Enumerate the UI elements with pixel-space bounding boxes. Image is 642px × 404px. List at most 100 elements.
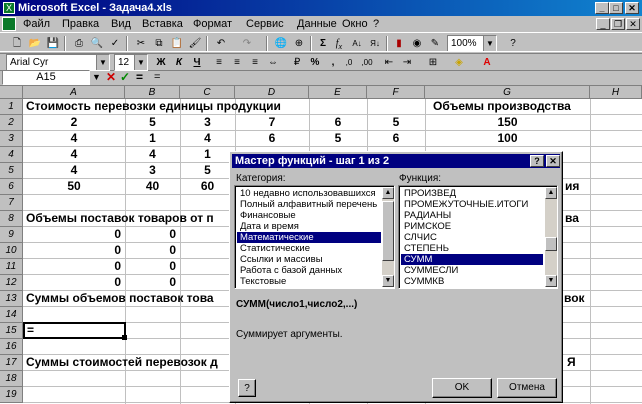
menu-format[interactable]: Формат <box>193 16 232 33</box>
function-wizard-icon[interactable]: fx <box>330 36 348 52</box>
office-assistant-icon[interactable]: ? <box>504 36 522 52</box>
cell-g8[interactable]: ва <box>565 211 579 225</box>
align-right-icon[interactable]: ≡ <box>246 55 264 71</box>
cell-a15[interactable]: = <box>27 323 34 337</box>
category-item[interactable]: Дата и время <box>237 221 299 232</box>
menu-insert[interactable]: Вставка <box>142 16 183 33</box>
col-header-f[interactable]: F <box>367 86 425 99</box>
row-header-15[interactable]: 15 <box>0 323 23 339</box>
cell-b10[interactable]: 0 <box>125 243 180 257</box>
category-item[interactable]: 10 недавно использовавшихся <box>237 188 376 199</box>
row-header-14[interactable]: 14 <box>0 307 23 323</box>
sort-asc-icon[interactable]: A↓ <box>348 36 366 52</box>
cancel-button[interactable]: Отмена <box>497 378 557 398</box>
print-icon[interactable]: ⎙ <box>70 36 88 52</box>
underline-icon[interactable]: Ч <box>188 55 206 71</box>
menu-data[interactable]: Данные <box>297 16 337 33</box>
row-header-5[interactable]: 5 <box>0 163 23 179</box>
enter-icon[interactable]: ✓ <box>120 70 130 84</box>
redo-icon[interactable]: ↷ <box>238 36 256 52</box>
font-size-select[interactable]: 12 ▼ <box>114 54 148 71</box>
category-item[interactable]: Ссылки и массивы <box>237 254 323 265</box>
row-header-3[interactable]: 3 <box>0 131 23 147</box>
cell-b3[interactable]: 1 <box>125 131 180 145</box>
decrease-decimal-icon[interactable]: ,00 <box>358 55 376 71</box>
cell-f2[interactable]: 5 <box>367 115 425 129</box>
align-left-icon[interactable]: ≡ <box>210 55 228 71</box>
cell-g2[interactable]: 150 <box>425 115 590 129</box>
row-header-16[interactable]: 16 <box>0 339 23 355</box>
function-item[interactable]: ПРОИЗВЕД <box>401 188 456 199</box>
function-list[interactable]: ПРОИЗВЕД ПРОМЕЖУТОЧНЫЕ.ИТОГИ РАДИАНЫ РИМ… <box>398 185 558 289</box>
cell-d2[interactable]: 7 <box>235 115 309 129</box>
dialog-close-button[interactable]: ✕ <box>546 155 560 167</box>
excel-icon[interactable]: X <box>3 2 15 14</box>
scroll-thumb[interactable] <box>545 237 557 251</box>
font-color-icon[interactable]: A <box>478 55 496 71</box>
row-header-11[interactable]: 11 <box>0 259 23 275</box>
menu-edit[interactable]: Правка <box>62 16 99 33</box>
scroll-down-icon[interactable]: ▼ <box>382 275 394 287</box>
web-toolbar-icon[interactable]: ⊕ <box>290 36 308 52</box>
cell-c2[interactable]: 3 <box>180 115 235 129</box>
category-item[interactable]: Статистические <box>237 243 310 254</box>
chart-wizard-icon[interactable]: ▮ <box>390 36 408 52</box>
row-header-1[interactable]: 1 <box>0 99 23 115</box>
doc-minimize-button[interactable]: _ <box>596 18 610 30</box>
category-item[interactable]: Текстовые <box>237 276 286 287</box>
col-header-d[interactable]: D <box>235 86 309 99</box>
menu-file[interactable]: Файл <box>23 16 50 33</box>
cell-g13[interactable]: вок <box>564 291 585 305</box>
cell-b12[interactable]: 0 <box>125 275 180 289</box>
cell-a1[interactable]: Стоимость перевозки единицы продукции <box>26 99 281 113</box>
doc-close-button[interactable]: ✕ <box>626 18 640 30</box>
cell-a2[interactable]: 2 <box>23 115 125 129</box>
zoom-select[interactable]: 100% ▼ <box>447 35 497 52</box>
function-item[interactable]: СТЕПЕНЬ <box>401 243 449 254</box>
function-item-selected[interactable]: СУММ <box>401 254 543 265</box>
undo-icon[interactable]: ↶ <box>212 36 230 52</box>
function-item[interactable]: ПРОМЕЖУТОЧНЫЕ.ИТОГИ <box>401 199 528 210</box>
format-painter-icon[interactable]: 🖌 <box>186 36 204 52</box>
maximize-button[interactable]: □ <box>609 2 623 14</box>
function-item[interactable]: СУММЕСЛИ <box>401 265 458 276</box>
cell-e2[interactable]: 6 <box>309 115 367 129</box>
spelling-icon[interactable]: ✓ <box>106 36 124 52</box>
cell-a5[interactable]: 4 <box>23 163 125 177</box>
row-header-7[interactable]: 7 <box>0 195 23 211</box>
increase-indent-icon[interactable]: ⇥ <box>398 55 416 71</box>
doc-restore-button[interactable]: ❐ <box>611 18 625 30</box>
cell-c5[interactable]: 5 <box>180 163 235 177</box>
cell-g17[interactable]: Я <box>567 355 576 369</box>
ok-button[interactable]: OK <box>432 378 492 398</box>
cell-a8[interactable]: Объемы поставок товаров от п <box>26 211 214 225</box>
formula-input[interactable]: = <box>152 70 640 85</box>
cell-a4[interactable]: 4 <box>23 147 125 161</box>
copy-icon[interactable]: ⧉ <box>150 36 168 52</box>
currency-icon[interactable]: ₽ <box>288 55 306 71</box>
italic-icon[interactable]: К <box>170 55 188 71</box>
cell-c4[interactable]: 1 <box>180 147 235 161</box>
select-all-corner[interactable] <box>0 86 23 99</box>
row-header-13[interactable]: 13 <box>0 291 23 307</box>
edit-formula-icon[interactable]: = <box>136 70 143 84</box>
open-icon[interactable]: 📂 <box>26 36 44 52</box>
row-header-10[interactable]: 10 <box>0 243 23 259</box>
drawing-icon[interactable]: ✎ <box>426 36 444 52</box>
row-header-8[interactable]: 8 <box>0 211 23 227</box>
office-assistant-button[interactable]: ? <box>238 379 256 397</box>
new-icon[interactable]: 🗋 <box>8 36 26 52</box>
cell-b11[interactable]: 0 <box>125 259 180 273</box>
function-item[interactable]: СЛЧИС <box>401 232 437 243</box>
col-header-c[interactable]: C <box>180 86 235 99</box>
cell-c3[interactable]: 4 <box>180 131 235 145</box>
category-item-selected[interactable]: Математические <box>237 232 381 243</box>
cell-a13[interactable]: Суммы объемов поставок това <box>26 291 214 305</box>
increase-decimal-icon[interactable]: ,0 <box>340 55 358 71</box>
category-item[interactable]: Полный алфавитный перечень <box>237 199 377 210</box>
fill-color-icon[interactable]: ◈ <box>450 55 468 71</box>
cell-b2[interactable]: 5 <box>125 115 180 129</box>
cell-a10[interactable]: 0 <box>23 243 125 257</box>
cell-a12[interactable]: 0 <box>23 275 125 289</box>
sort-desc-icon[interactable]: Я↓ <box>366 36 384 52</box>
